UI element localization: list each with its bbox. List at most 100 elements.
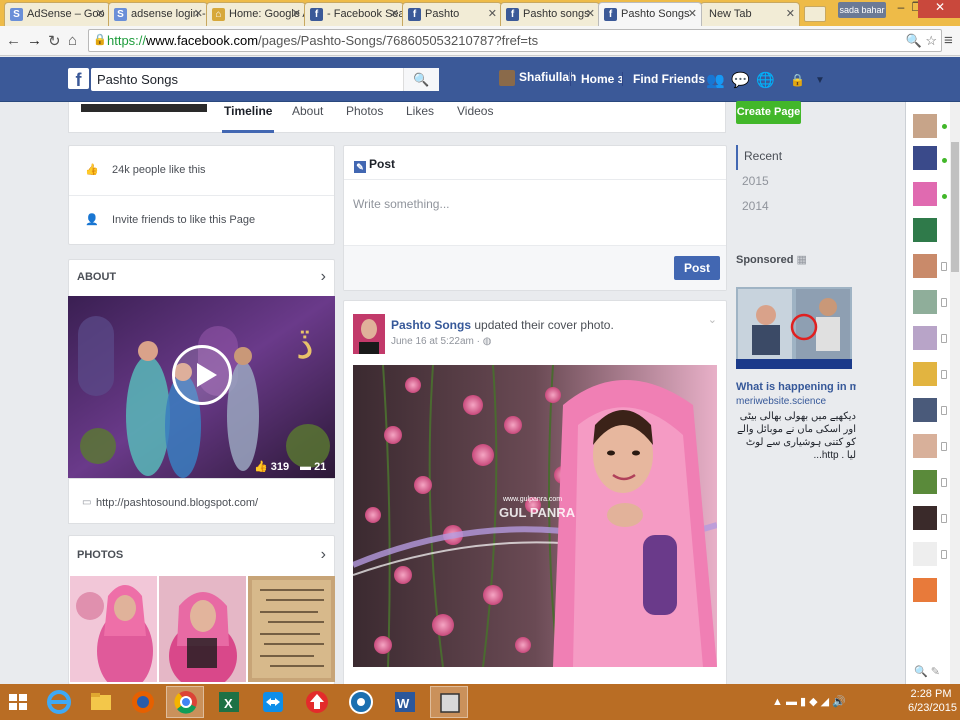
year-2015[interactable]: 2015: [736, 170, 852, 195]
address-bar[interactable]: 🔒 https://www.facebook.com/pages/Pashto-…: [88, 29, 942, 52]
notifications-globe-icon[interactable]: 🌐: [756, 71, 775, 89]
chat-search-options[interactable]: 🔍 ✎: [914, 665, 940, 678]
about-video[interactable]: ڏ 👍 319 ▬ 21: [68, 296, 335, 478]
chat-contact-avatar[interactable]: [913, 218, 937, 242]
chevron-right-icon[interactable]: ›: [321, 546, 326, 564]
word-icon[interactable]: W: [386, 686, 424, 718]
chat-contact-avatar[interactable]: [913, 254, 937, 278]
ad-image[interactable]: [736, 287, 852, 369]
chat-contact-avatar[interactable]: [913, 434, 937, 458]
teamviewer-icon[interactable]: [254, 686, 292, 718]
internet-explorer-icon[interactable]: [40, 686, 78, 718]
profile-link[interactable]: Shafiullah: [499, 70, 576, 86]
tab-about[interactable]: About: [292, 104, 323, 118]
composer-tab-post[interactable]: ✎ Post: [344, 146, 726, 180]
chat-contact-avatar[interactable]: [913, 398, 937, 422]
screen-recorder-icon[interactable]: [430, 686, 468, 718]
scrollbar-thumb[interactable]: [951, 142, 959, 272]
photo-thumbnail[interactable]: [248, 576, 335, 682]
friend-requests-icon[interactable]: 👥: [706, 71, 725, 89]
year-recent[interactable]: Recent: [736, 145, 852, 170]
chat-contact-avatar[interactable]: [913, 542, 937, 566]
chat-contact-avatar[interactable]: [913, 506, 937, 530]
browser-tab[interactable]: f Pashto songs ✕: [500, 2, 600, 26]
tab-timeline[interactable]: Timeline: [221, 104, 275, 133]
account-menu-icon[interactable]: ▼: [815, 75, 825, 86]
back-icon[interactable]: ←: [6, 32, 21, 49]
ad-choices-icon[interactable]: ▦: [797, 254, 807, 266]
tab-likes[interactable]: Likes: [406, 104, 434, 118]
close-icon[interactable]: ✕: [688, 7, 697, 20]
system-tray[interactable]: ▲ ▬ ▮ ◆ ◢ 🔊: [772, 695, 846, 708]
search-icon[interactable]: 🔍: [403, 68, 439, 91]
browser-tab[interactable]: S adsense login - ✕: [108, 2, 208, 26]
new-tab-button[interactable]: [804, 6, 826, 22]
close-window-icon[interactable]: ✕: [918, 0, 960, 18]
chat-contact-avatar[interactable]: [913, 182, 937, 206]
photo-thumbnail[interactable]: [70, 576, 157, 682]
invite-friends-row[interactable]: 👤 Invite friends to like this Page: [69, 196, 334, 246]
reload-icon[interactable]: ↻: [48, 32, 61, 50]
website-row[interactable]: ▭ http://pashtosound.blogspot.com/: [68, 478, 335, 524]
browser-tab[interactable]: f Pashto ✕: [402, 2, 502, 26]
browser-tab-active[interactable]: f Pashto Songs ✕: [598, 2, 702, 26]
chat-contact-avatar[interactable]: [913, 114, 937, 138]
home-link[interactable]: Home 3: [570, 72, 623, 86]
chrome-icon[interactable]: [166, 686, 204, 718]
file-explorer-icon[interactable]: [82, 686, 120, 718]
cover-photo[interactable]: www.gulpanra.com GUL PANRA: [353, 365, 717, 667]
website-link[interactable]: http://pashtosound.blogspot.com/: [96, 497, 258, 509]
windows-start-icon[interactable]: [0, 686, 36, 718]
story-meta[interactable]: June 16 at 5:22am · ◍: [391, 336, 491, 347]
media-app-icon[interactable]: [342, 686, 380, 718]
chevron-right-icon[interactable]: ›: [321, 268, 326, 286]
browser-tab[interactable]: New Tab ✕: [700, 2, 800, 26]
zoom-star-icons[interactable]: 🔍 ☆: [906, 33, 937, 49]
likes-count-row[interactable]: 👍 24k people like this: [69, 146, 334, 196]
firefox-icon[interactable]: [124, 686, 162, 718]
chat-contact-avatar[interactable]: [913, 290, 937, 314]
chat-contact-avatar[interactable]: [913, 362, 937, 386]
forward-icon[interactable]: →: [27, 32, 42, 49]
chevron-down-icon[interactable]: ⌄: [708, 313, 717, 326]
chat-contact-avatar[interactable]: [913, 578, 937, 602]
story-page-name[interactable]: Pashto Songs: [391, 318, 471, 332]
upload-app-icon[interactable]: [298, 686, 336, 718]
create-page-button[interactable]: Create Page: [736, 101, 801, 124]
messages-icon[interactable]: 💬: [731, 71, 750, 89]
browser-tab[interactable]: f - Facebook Sea ✕: [304, 2, 404, 26]
privacy-shortcuts-icon[interactable]: 🔒: [790, 73, 805, 87]
facebook-search-input[interactable]: Pashto Songs 🔍: [91, 68, 439, 91]
tab-videos[interactable]: Videos: [457, 104, 493, 118]
about-header[interactable]: ABOUT ›: [68, 259, 335, 297]
profile-chip[interactable]: sada bahar: [838, 2, 886, 18]
story-timestamp[interactable]: June 16 at 5:22am ·: [391, 336, 480, 347]
close-icon[interactable]: ✕: [488, 7, 497, 20]
chat-contact-avatar[interactable]: [913, 470, 937, 494]
find-friends-link[interactable]: Find Friends: [622, 72, 705, 86]
post-button[interactable]: Post: [674, 256, 720, 280]
chat-contact-avatar[interactable]: [913, 326, 937, 350]
page-scrollbar[interactable]: [950, 102, 960, 684]
photo-thumbnail[interactable]: [159, 576, 246, 682]
close-icon[interactable]: ✕: [194, 7, 203, 20]
photos-header[interactable]: PHOTOS ›: [69, 538, 334, 574]
facebook-logo-icon[interactable]: f: [68, 68, 89, 90]
close-icon[interactable]: ✕: [786, 7, 795, 20]
chat-contact-avatar[interactable]: [913, 146, 937, 170]
year-2014[interactable]: 2014: [736, 195, 852, 220]
ad-title[interactable]: What is happening in mobil...: [736, 381, 856, 393]
play-icon[interactable]: [172, 345, 232, 405]
composer-input[interactable]: Write something...: [344, 180, 726, 247]
close-icon[interactable]: ✕: [586, 7, 595, 20]
close-icon[interactable]: ✕: [96, 7, 105, 20]
close-icon[interactable]: ✕: [292, 7, 301, 20]
excel-icon[interactable]: X: [210, 686, 248, 718]
tab-photos[interactable]: Photos: [346, 104, 383, 118]
browser-tab[interactable]: ⌂ Home: Google A ✕: [206, 2, 306, 26]
close-icon[interactable]: ✕: [390, 7, 399, 20]
browser-tab[interactable]: S AdSense – Goo ✕: [4, 2, 110, 26]
ad-url[interactable]: meriwebsite.science: [736, 396, 826, 407]
taskbar-clock[interactable]: 2:28 PM 6/23/2015: [908, 687, 957, 715]
home-icon[interactable]: ⌂: [68, 32, 77, 49]
